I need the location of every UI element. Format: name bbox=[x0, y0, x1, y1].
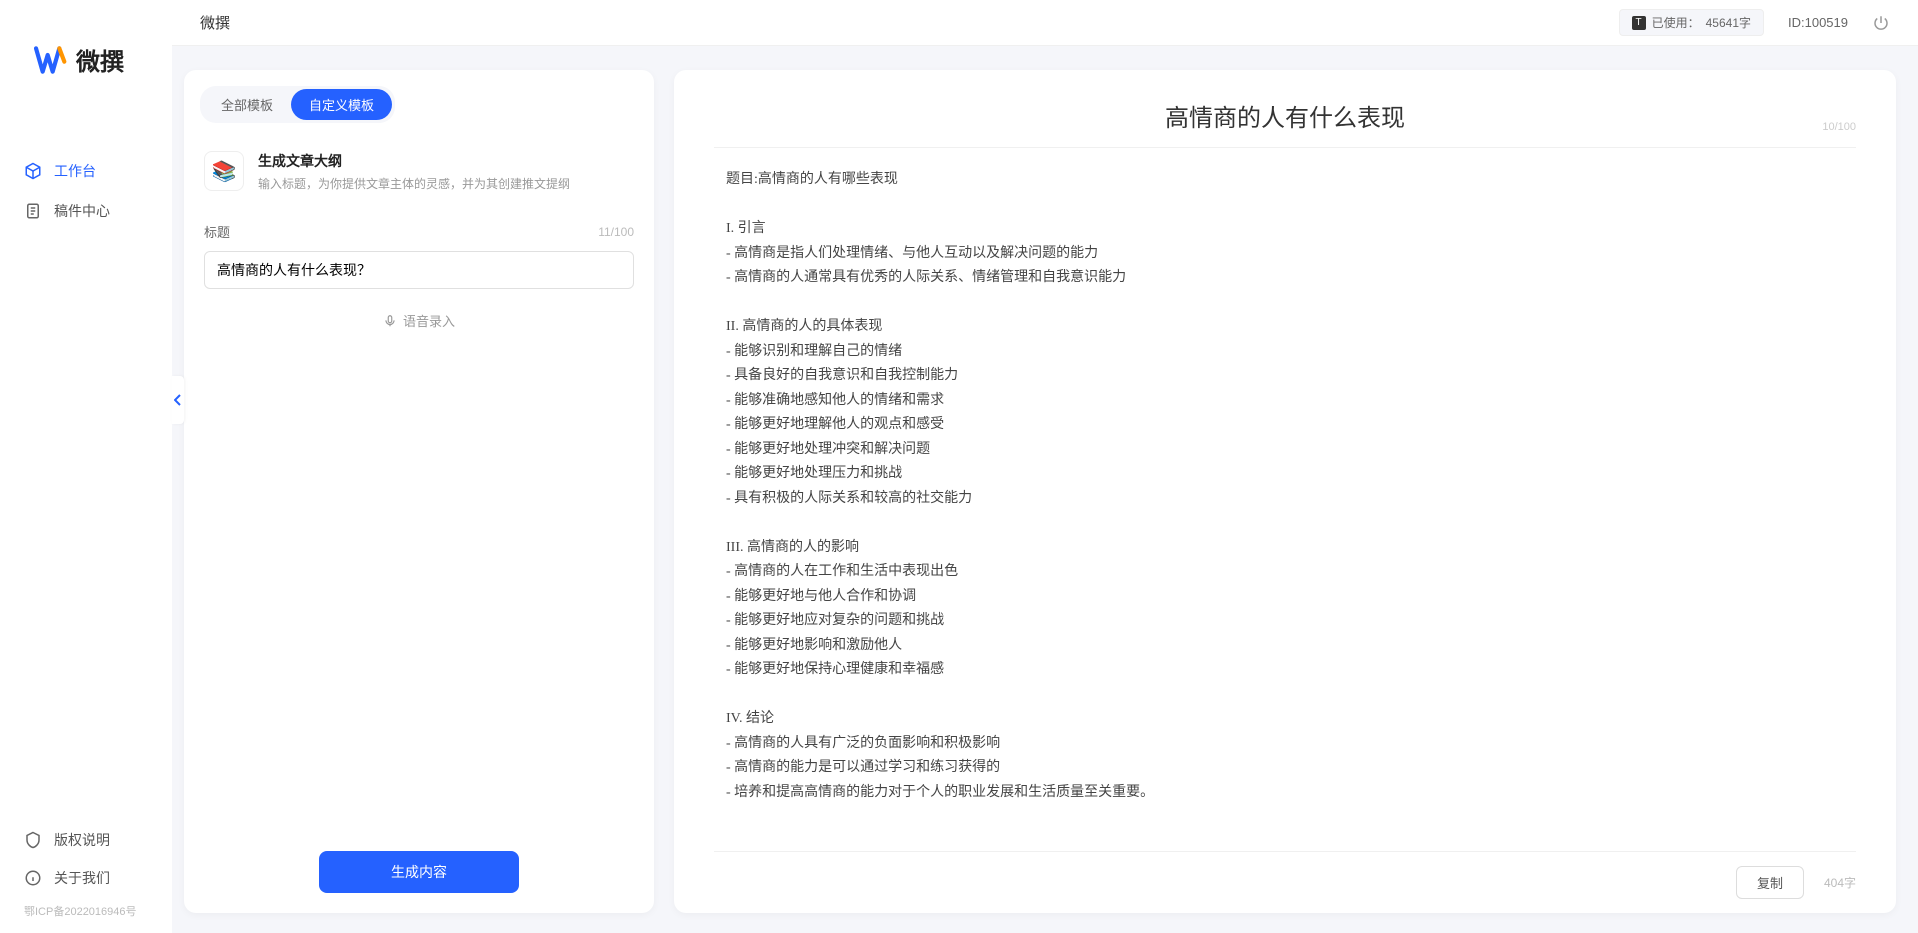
sidebar-footer: 版权说明 关于我们 鄂ICP备2022016946号 bbox=[0, 821, 172, 933]
right-footer: 复制 404字 bbox=[714, 851, 1856, 913]
nav-item-copyright[interactable]: 版权说明 bbox=[0, 821, 172, 859]
voice-input-button[interactable]: 语音录入 bbox=[204, 311, 634, 330]
output-word-count: 404字 bbox=[1824, 874, 1856, 891]
result-title-count: 10/100 bbox=[1822, 121, 1856, 133]
usage-prefix: 已使用： bbox=[1652, 14, 1700, 31]
user-id: ID:100519 bbox=[1788, 15, 1848, 30]
t-icon: T bbox=[1632, 16, 1646, 30]
doc-icon bbox=[24, 202, 42, 220]
nav-item-about[interactable]: 关于我们 bbox=[0, 859, 172, 897]
output-panel: 高情商的人有什么表现 10/100 题目:高情商的人有哪些表现 I. 引言 - … bbox=[674, 70, 1896, 913]
shield-icon bbox=[24, 831, 42, 849]
info-icon bbox=[24, 869, 42, 887]
chevron-left-icon bbox=[174, 394, 182, 406]
cube-icon bbox=[24, 162, 42, 180]
template-tabs: 全部模板 自定义模板 bbox=[200, 86, 395, 123]
generate-button[interactable]: 生成内容 bbox=[319, 851, 519, 893]
copy-button[interactable]: 复制 bbox=[1736, 866, 1804, 899]
topbar: 微撰 T 已使用： 45641字 ID:100519 bbox=[172, 0, 1918, 46]
main-area: 微撰 T 已使用： 45641字 ID:100519 全部模板 自定义模板 bbox=[172, 0, 1918, 933]
tab-all-templates[interactable]: 全部模板 bbox=[203, 89, 291, 120]
usage-value: 45641字 bbox=[1706, 14, 1751, 31]
nav-label: 工作台 bbox=[54, 161, 96, 181]
tab-custom-templates[interactable]: 自定义模板 bbox=[291, 89, 392, 120]
nav-item-workbench[interactable]: 工作台 bbox=[0, 151, 172, 191]
left-footer: 生成内容 bbox=[184, 831, 654, 913]
nav-label: 关于我们 bbox=[54, 868, 110, 888]
title-label: 标题 bbox=[204, 222, 230, 241]
template-desc: 输入标题，为你提供文章主体的灵感，并为其创建推文提纲 bbox=[258, 175, 570, 192]
voice-label: 语音录入 bbox=[403, 311, 455, 330]
title-char-count: 11/100 bbox=[598, 225, 634, 239]
title-input[interactable] bbox=[204, 251, 634, 289]
sidebar-collapse-handle[interactable] bbox=[172, 376, 184, 424]
icp-text: 鄂ICP备2022016946号 bbox=[0, 897, 172, 925]
sidebar: 微撰 工作台 稿件中心 版权说明 bbox=[0, 0, 172, 933]
result-title: 高情商的人有什么表现 bbox=[754, 98, 1816, 133]
template-name: 生成文章大纲 bbox=[258, 151, 570, 171]
title-section: 标题 11/100 语音录入 bbox=[184, 202, 654, 330]
result-header: 高情商的人有什么表现 10/100 bbox=[714, 70, 1856, 148]
logo-text: 微撰 bbox=[76, 42, 124, 77]
mic-icon bbox=[383, 314, 397, 328]
content-row: 全部模板 自定义模板 📚 生成文章大纲 输入标题，为你提供文章主体的灵感，并为其… bbox=[172, 46, 1918, 933]
logo: 微撰 bbox=[0, 0, 172, 101]
result-body: 题目:高情商的人有哪些表现 I. 引言 - 高情商是指人们处理情绪、与他人互动以… bbox=[674, 148, 1896, 851]
nav-label: 版权说明 bbox=[54, 830, 110, 850]
nav-menu: 工作台 稿件中心 bbox=[0, 101, 172, 821]
template-card: 📚 生成文章大纲 输入标题，为你提供文章主体的灵感，并为其创建推文提纲 bbox=[184, 133, 654, 202]
page-title: 微撰 bbox=[200, 12, 230, 33]
topbar-right: T 已使用： 45641字 ID:100519 bbox=[1619, 9, 1890, 36]
logo-icon bbox=[34, 45, 68, 75]
template-info: 生成文章大纲 输入标题，为你提供文章主体的灵感，并为其创建推文提纲 bbox=[258, 151, 570, 192]
nav-item-drafts[interactable]: 稿件中心 bbox=[0, 191, 172, 231]
nav-label: 稿件中心 bbox=[54, 201, 110, 221]
template-thumb-icon: 📚 bbox=[204, 151, 244, 191]
power-icon[interactable] bbox=[1872, 14, 1890, 32]
input-panel: 全部模板 自定义模板 📚 生成文章大纲 输入标题，为你提供文章主体的灵感，并为其… bbox=[184, 70, 654, 913]
usage-badge[interactable]: T 已使用： 45641字 bbox=[1619, 9, 1764, 36]
